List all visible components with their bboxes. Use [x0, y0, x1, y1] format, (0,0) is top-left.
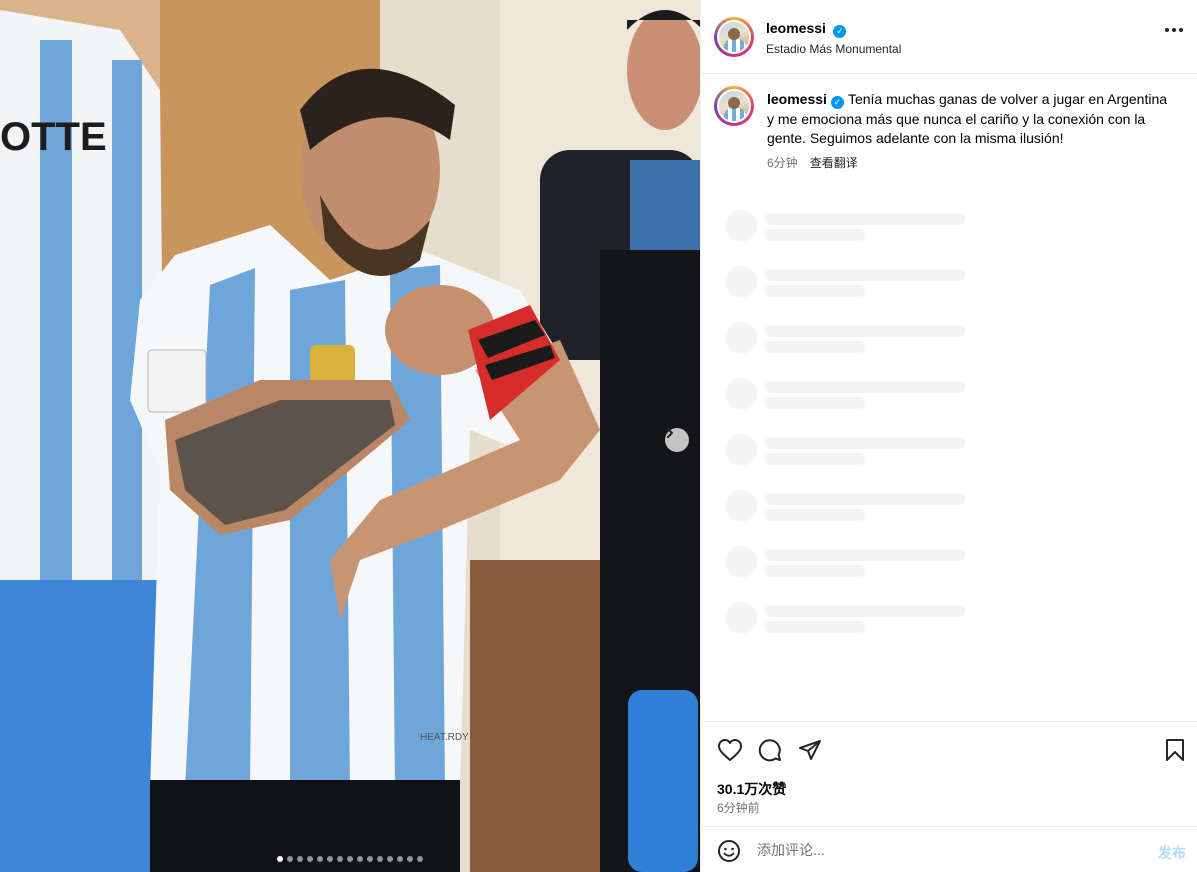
- more-options-button[interactable]: [1165, 28, 1183, 32]
- carousel-dot: [407, 856, 413, 862]
- carousel-dot: [387, 856, 393, 862]
- carousel-dot: [397, 856, 403, 862]
- jersey-name-text: OTTE: [0, 115, 107, 159]
- skeleton-placeholder: [725, 322, 757, 354]
- verified-badge-icon: ✓: [833, 25, 847, 38]
- location-link[interactable]: Estadio Más Monumental: [766, 42, 901, 56]
- skeleton-placeholder: [725, 546, 757, 578]
- skeleton-placeholder: [765, 621, 865, 633]
- translate-button[interactable]: 查看翻译: [810, 154, 858, 171]
- skeleton-placeholder: [765, 213, 965, 225]
- skeleton-placeholder: [765, 437, 965, 449]
- post-media[interactable]: OTTE HEAT.RDY: [0, 0, 700, 872]
- emoji-icon[interactable]: [717, 839, 741, 863]
- carousel-indicator: [277, 856, 423, 862]
- carousel-dot: [417, 856, 423, 862]
- comment-input[interactable]: [757, 840, 1117, 860]
- carousel-dot: [347, 856, 353, 862]
- caption-avatar[interactable]: [714, 86, 754, 126]
- carousel-dot: [357, 856, 363, 862]
- skeleton-placeholder: [765, 229, 865, 241]
- post-panel: leomessi ✓ Estadio Más Monumental leomes…: [700, 0, 1197, 872]
- carousel-dot: [297, 856, 303, 862]
- skeleton-placeholder: [725, 602, 757, 634]
- skeleton-placeholder: [725, 434, 757, 466]
- skeleton-placeholder: [765, 397, 865, 409]
- avatar[interactable]: [714, 17, 754, 57]
- verified-badge-icon: ✓: [830, 96, 844, 110]
- carousel-dot: [377, 856, 383, 862]
- skeleton-placeholder: [765, 453, 865, 465]
- carousel-dot: [287, 856, 293, 862]
- carousel-dot: [277, 856, 283, 862]
- skeleton-placeholder: [765, 509, 865, 521]
- skeleton-placeholder: [765, 285, 865, 297]
- skeleton-placeholder: [725, 378, 757, 410]
- brand-text: HEAT.RDY: [420, 732, 469, 743]
- like-count[interactable]: 30.1万次赞: [717, 779, 786, 799]
- skeleton-placeholder: [765, 381, 965, 393]
- dot-icon: [1165, 28, 1169, 32]
- post-actions: 30.1万次赞 6分钟前: [701, 721, 1197, 826]
- caption-text: Tenía muchas ganas de volver a jugar en …: [767, 91, 1168, 146]
- carousel-next-button[interactable]: [665, 428, 689, 452]
- username[interactable]: leomessi: [766, 20, 826, 36]
- caption-username[interactable]: leomessi: [767, 91, 827, 107]
- skeleton-placeholder: [765, 493, 965, 505]
- post-comment-button[interactable]: 发布: [1158, 843, 1186, 863]
- carousel-dot: [337, 856, 343, 862]
- skeleton-placeholder: [725, 266, 757, 298]
- share-send-icon[interactable]: [798, 738, 822, 762]
- post-header: leomessi ✓ Estadio Más Monumental: [701, 0, 1197, 74]
- skeleton-placeholder: [765, 341, 865, 353]
- post-time: 6分钟前: [717, 801, 760, 815]
- skeleton-placeholder: [725, 210, 757, 242]
- carousel-dot: [307, 856, 313, 862]
- bookmark-save-icon[interactable]: [1164, 738, 1186, 762]
- skeleton-placeholder: [765, 269, 965, 281]
- skeleton-placeholder: [765, 605, 965, 617]
- caption-meta: 6分钟 查看翻译: [767, 154, 858, 171]
- comment-bar: 发布: [701, 826, 1197, 872]
- dot-icon: [1172, 28, 1176, 32]
- chevron-right-icon: [667, 428, 673, 438]
- skeleton-placeholder: [765, 565, 865, 577]
- like-heart-icon[interactable]: [717, 738, 743, 762]
- carousel-dot: [327, 856, 333, 862]
- comment-icon[interactable]: [758, 738, 782, 762]
- post-caption: leomessi ✓ Tenía muchas ganas de volver a …: [767, 90, 1177, 149]
- caption-time: 6分钟: [767, 156, 798, 170]
- post-photo: OTTE HEAT.RDY: [0, 0, 700, 872]
- skeleton-placeholder: [765, 549, 965, 561]
- carousel-dot: [317, 856, 323, 862]
- dot-icon: [1179, 28, 1183, 32]
- carousel-dot: [367, 856, 373, 862]
- skeleton-placeholder: [765, 325, 965, 337]
- skeleton-placeholder: [725, 490, 757, 522]
